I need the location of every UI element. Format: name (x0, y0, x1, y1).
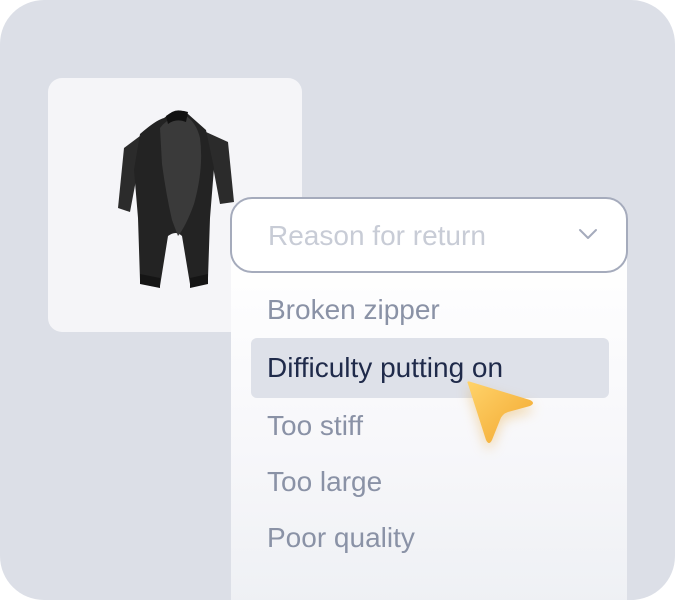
wetsuit-image (118, 110, 234, 288)
dropdown-menu: Broken zipper Difficulty putting on Too … (231, 250, 627, 600)
return-reason-select[interactable]: Reason for return (230, 197, 628, 273)
option-too-large[interactable]: Too large (251, 452, 609, 512)
option-broken-zipper[interactable]: Broken zipper (251, 280, 609, 340)
option-poor-quality[interactable]: Poor quality (251, 508, 609, 568)
return-reason-scene: Broken zipper Difficulty putting on Too … (0, 0, 675, 600)
option-too-stiff[interactable]: Too stiff (251, 396, 609, 456)
chevron-down-icon (579, 229, 597, 239)
pointer-cursor-icon (467, 381, 533, 443)
option-difficulty-putting-on[interactable]: Difficulty putting on (251, 338, 609, 398)
select-placeholder: Reason for return (268, 220, 486, 251)
